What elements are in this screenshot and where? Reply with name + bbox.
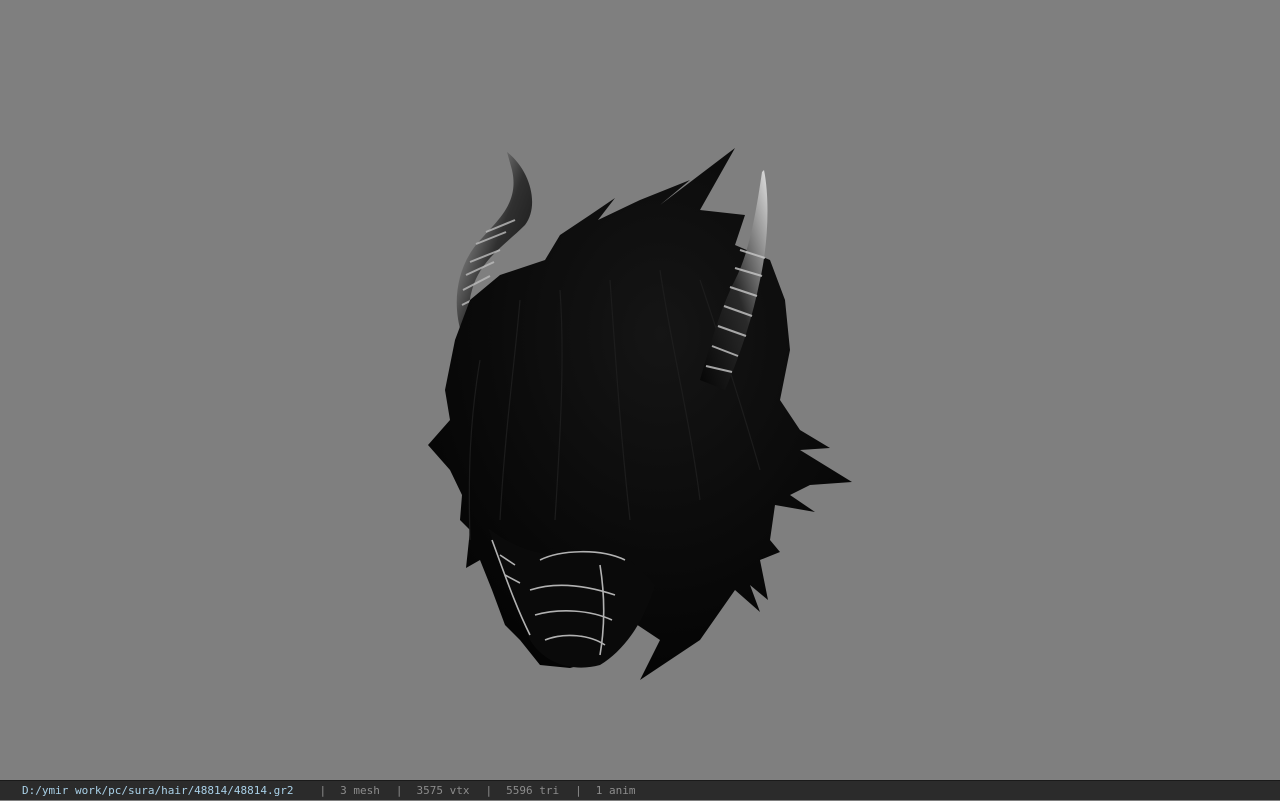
- horned-hair-mesh-icon: [428, 148, 852, 680]
- status-bar: D:/ymir work/pc/sura/hair/48814/48814.gr…: [0, 780, 1280, 800]
- vertex-count: 3575 vtx: [416, 783, 470, 797]
- separator: |: [395, 783, 403, 797]
- separator: |: [485, 783, 493, 797]
- triangle-count: 5596 tri: [506, 783, 560, 797]
- separator: |: [575, 783, 582, 797]
- animation-count: 1 anim: [595, 783, 636, 797]
- mesh-count: 3 mesh: [340, 783, 380, 797]
- 3d-viewport[interactable]: [0, 0, 1280, 780]
- file-path: D:/ymir work/pc/sura/hair/48814/48814.gr…: [22, 783, 294, 797]
- separator: |: [319, 783, 327, 797]
